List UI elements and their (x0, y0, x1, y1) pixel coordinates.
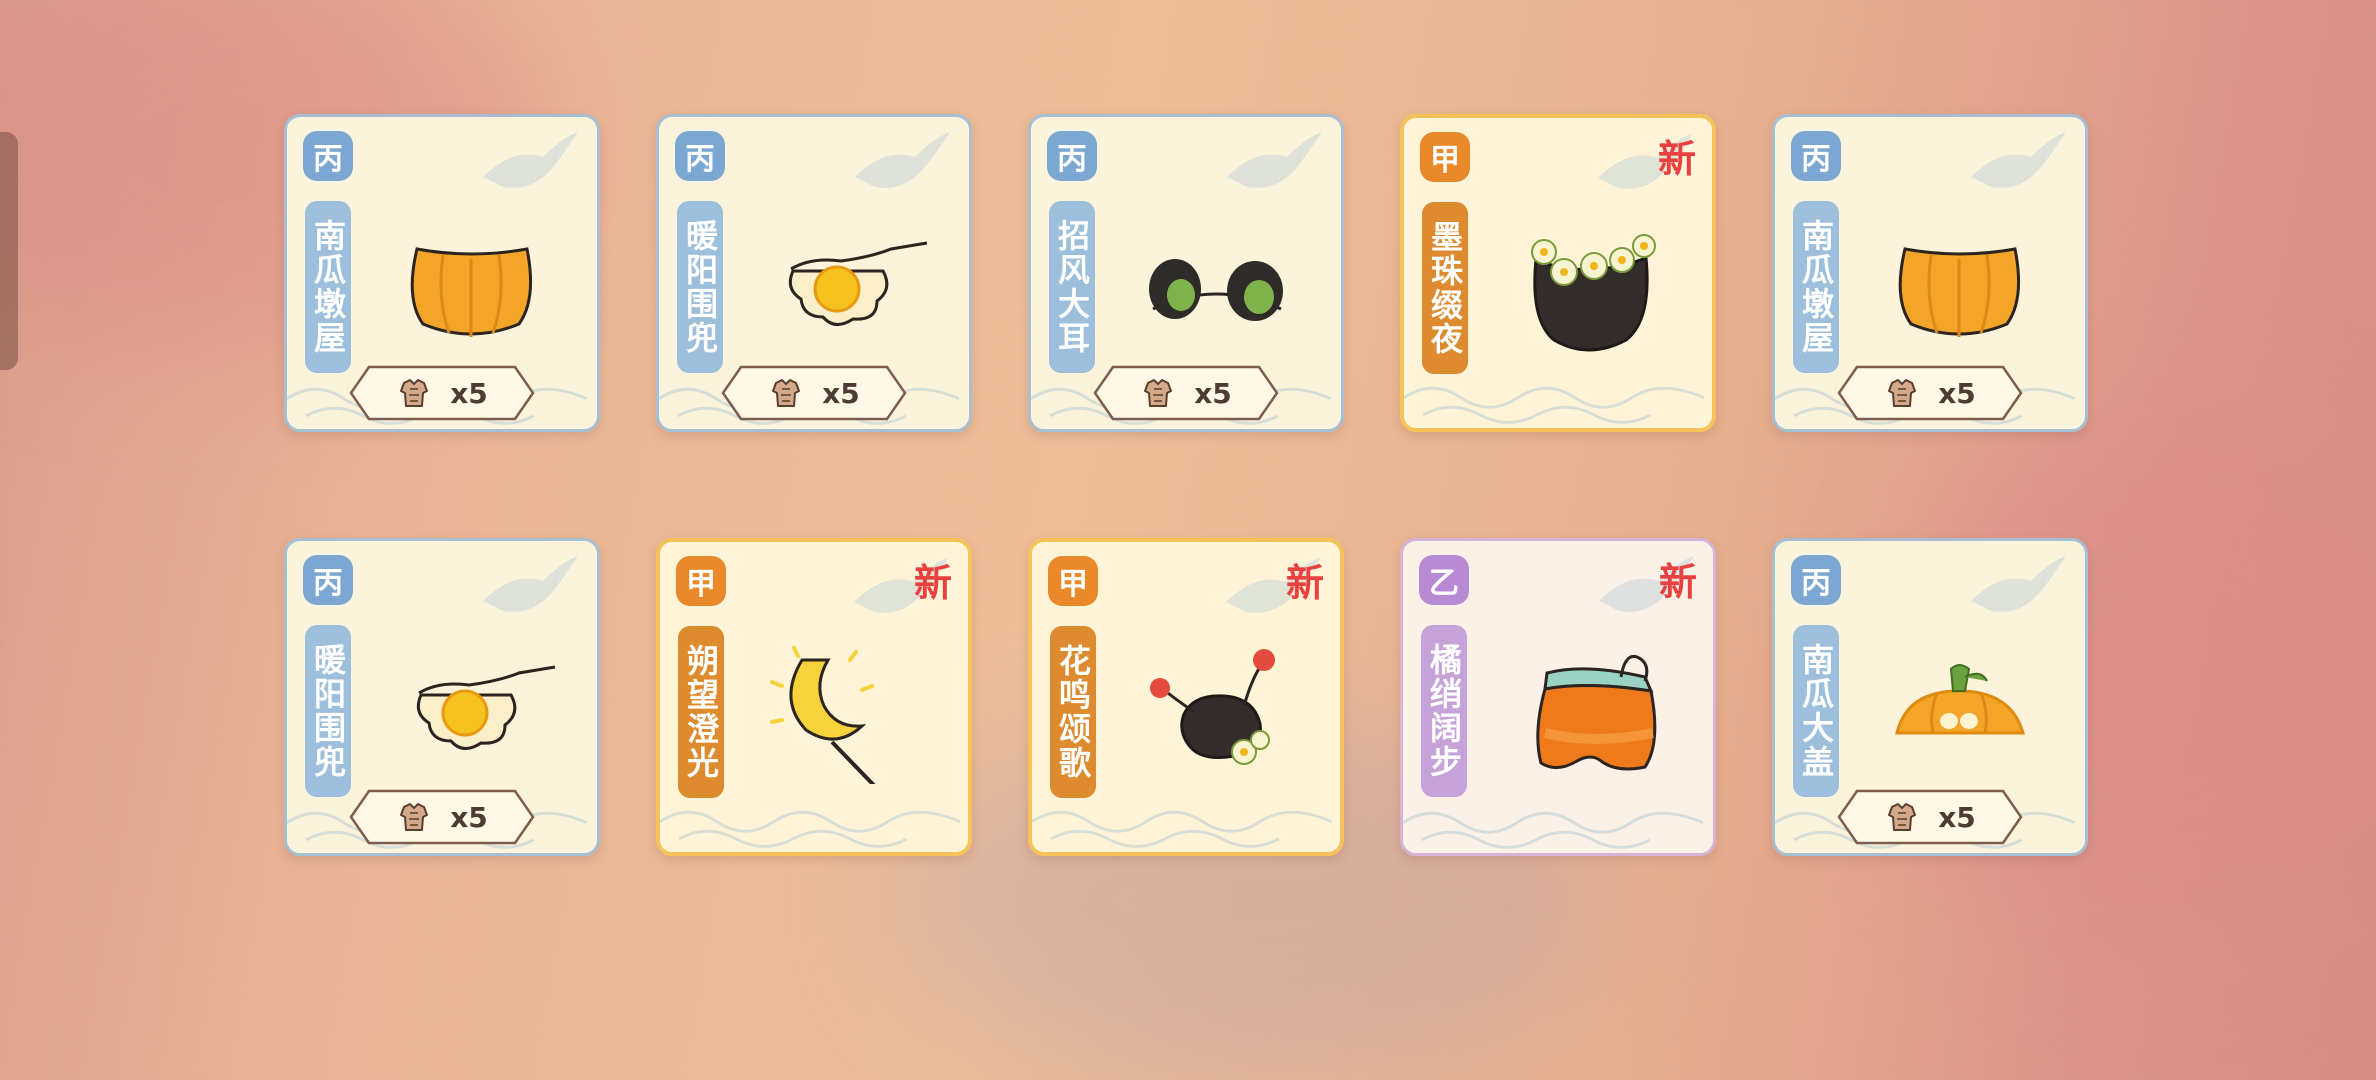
item-name: 花鸣颂歌 (1050, 626, 1096, 798)
bird-decoration (845, 127, 955, 207)
pumpkin-skirt-icon (1847, 209, 2071, 359)
bird-decoration (473, 551, 583, 631)
item-card[interactable]: 丙招风大耳 x5 (1028, 114, 1344, 432)
bird-decoration (473, 127, 583, 207)
rarity-badge: 丙 (1791, 131, 1841, 181)
cloth-icon (1140, 375, 1176, 411)
item-card[interactable]: 甲墨珠缀夜 新 (1400, 114, 1716, 432)
rarity-badge: 丙 (675, 131, 725, 181)
item-name: 暖阳围兜 (677, 201, 723, 373)
sun-bib-icon (359, 633, 583, 783)
big-ears-icon (1103, 209, 1327, 359)
item-name: 南瓜墩屋 (1793, 201, 1839, 373)
cost-button[interactable]: x5 (1835, 787, 2025, 847)
item-name: 南瓜墩屋 (305, 201, 351, 373)
new-badge: 新 (1658, 560, 1697, 604)
cost-button[interactable]: x5 (347, 787, 537, 847)
pumpkin-hat-icon (1847, 633, 2071, 783)
bird-decoration (1961, 551, 2071, 631)
cost-button[interactable]: x5 (1835, 363, 2025, 423)
item-card[interactable]: 丙南瓜墩屋 x5 (1772, 114, 2088, 432)
cloth-icon (396, 799, 432, 835)
item-name: 暖阳围兜 (305, 625, 351, 797)
cost-frame (1835, 787, 2025, 847)
flower-collar-icon (1476, 210, 1700, 360)
orange-shorts-icon (1475, 633, 1699, 783)
cherry-hat-icon (1104, 634, 1328, 784)
new-badge: 新 (913, 561, 952, 605)
new-badge: 新 (1657, 137, 1696, 181)
rarity-badge: 甲 (1420, 132, 1470, 182)
pumpkin-skirt-icon (359, 209, 583, 359)
item-card[interactable]: 甲花鸣颂歌 新 (1028, 538, 1344, 856)
cloth-icon (768, 375, 804, 411)
cost-quantity: x5 (822, 376, 860, 410)
cloth-icon (1884, 375, 1920, 411)
item-name: 南瓜大盖 (1793, 625, 1839, 797)
cost-frame (347, 787, 537, 847)
cost-button[interactable]: x5 (719, 363, 909, 423)
cost-quantity: x5 (1938, 376, 1976, 410)
rarity-badge: 乙 (1419, 555, 1469, 605)
item-name: 墨珠缀夜 (1422, 202, 1468, 374)
new-badge: 新 (1285, 561, 1324, 605)
rarity-badge: 甲 (676, 556, 726, 606)
item-card[interactable]: 乙橘绡阔步 新 (1400, 538, 1716, 856)
cost-frame (1091, 363, 1281, 423)
sun-bib-icon (731, 209, 955, 359)
cloth-icon (1884, 799, 1920, 835)
rarity-badge: 丙 (303, 131, 353, 181)
cost-frame (347, 363, 537, 423)
rarity-badge: 丙 (1791, 555, 1841, 605)
cost-quantity: x5 (450, 376, 488, 410)
item-card[interactable]: 丙暖阳围兜 x5 (656, 114, 972, 432)
item-card[interactable]: 丙暖阳围兜 x5 (284, 538, 600, 856)
cost-quantity: x5 (450, 800, 488, 834)
item-grid: 丙南瓜墩屋 x5 丙暖阳围兜 x5 丙招风大耳 x5 甲墨珠缀夜新丙南瓜墩屋 x… (284, 114, 2088, 856)
item-name: 橘绡阔步 (1421, 625, 1467, 797)
moon-wand-icon (732, 634, 956, 784)
item-name: 招风大耳 (1049, 201, 1095, 373)
bird-decoration (1217, 127, 1327, 207)
item-name: 朔望澄光 (678, 626, 724, 798)
rarity-badge: 甲 (1048, 556, 1098, 606)
item-card[interactable]: 丙南瓜墩屋 x5 (284, 114, 600, 432)
rarity-badge: 丙 (1047, 131, 1097, 181)
item-card[interactable]: 甲朔望澄光 新 (656, 538, 972, 856)
bird-decoration (1961, 127, 2071, 207)
side-drawer-handle[interactable] (0, 132, 18, 370)
cloth-icon (396, 375, 432, 411)
cost-button[interactable]: x5 (347, 363, 537, 423)
cost-frame (719, 363, 909, 423)
rarity-badge: 丙 (303, 555, 353, 605)
item-card[interactable]: 丙南瓜大盖 x5 (1772, 538, 2088, 856)
cost-frame (1835, 363, 2025, 423)
cost-quantity: x5 (1194, 376, 1232, 410)
cost-quantity: x5 (1938, 800, 1976, 834)
cost-button[interactable]: x5 (1091, 363, 1281, 423)
